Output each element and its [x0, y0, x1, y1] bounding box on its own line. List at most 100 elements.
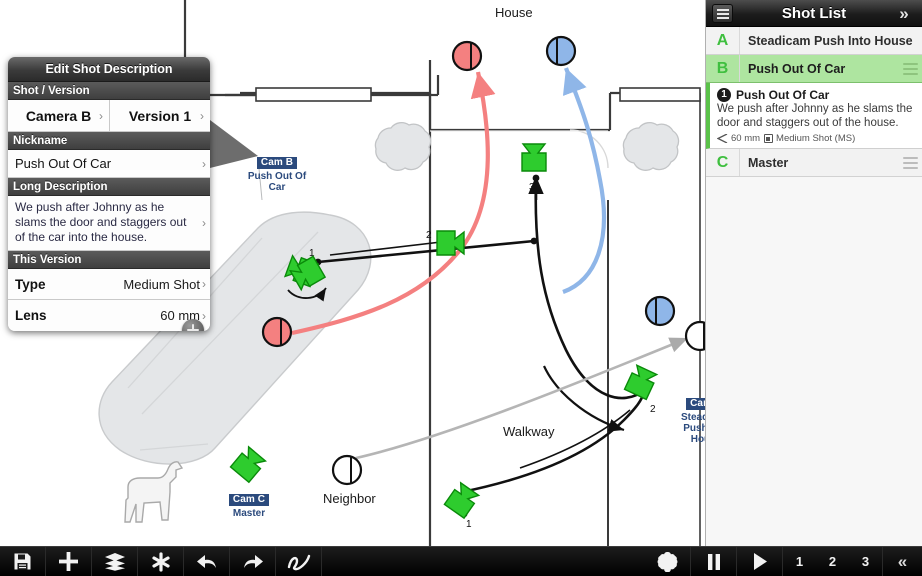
camera-value: Camera B — [25, 107, 92, 124]
shot-list-header: Shot List » — [706, 0, 922, 27]
chevron-right-icon: › — [99, 108, 103, 123]
camera-icon-c — [229, 445, 268, 484]
shot-letter: B — [706, 55, 740, 82]
map-label-neighbor: Neighbor — [323, 491, 376, 506]
shot-type-row[interactable]: Type Medium Shot › — [8, 269, 210, 300]
camera-tag-cam-c[interactable]: Cam C Master — [212, 489, 286, 519]
shot-type-label: Type — [15, 276, 46, 292]
shot-name: Push Out Of Car — [748, 61, 846, 76]
camera-tag-desc: Push Out Of Car — [247, 171, 307, 193]
camera-tag-cam-b[interactable]: Cam B Push Out Of Car — [240, 152, 314, 193]
bush-left — [374, 122, 432, 171]
camera-tag-name: Cam C — [228, 494, 270, 506]
page-number-2[interactable]: 2 — [816, 547, 849, 576]
undo-arrow-icon — [196, 555, 216, 568]
svg-text:1: 1 — [466, 519, 472, 530]
gear-icon — [657, 551, 678, 572]
nickname-value: Push Out Of Car — [15, 156, 112, 171]
path-nodes — [314, 174, 647, 518]
shot-list-title: Shot List — [781, 5, 847, 22]
section-header-this-version: This Version — [8, 251, 210, 269]
asterisk-icon — [151, 551, 170, 572]
add-button[interactable] — [46, 547, 92, 576]
drag-handle-icon[interactable] — [898, 149, 922, 176]
camera-select[interactable]: Camera B › — [8, 100, 109, 131]
page-number-1[interactable]: 1 — [783, 547, 816, 576]
shot-version-badge: 1 — [717, 88, 731, 102]
version-select[interactable]: Version 1 › — [109, 100, 210, 131]
undo-button[interactable] — [184, 547, 230, 576]
shot-list-sidebar: Shot List » A Steadicam Push Into House … — [705, 0, 922, 546]
bottom-toolbar: 1 2 3 « — [0, 546, 922, 576]
lens-meta: 60 mm — [717, 133, 760, 144]
shot-name: Steadicam Push Into House — [748, 33, 913, 48]
pause-icon — [707, 553, 720, 570]
camera-tag-name: Cam B — [256, 157, 298, 169]
chevron-right-icon: › — [202, 308, 206, 323]
layers-icon — [104, 553, 125, 571]
chevron-double-right-icon[interactable]: » — [891, 1, 917, 26]
settings-button[interactable] — [645, 547, 691, 576]
play-icon — [753, 553, 767, 570]
shot-type-value: Medium Shot — [123, 276, 200, 292]
character-marker-red-2 — [261, 316, 293, 348]
camera-icon-b-pos2 — [436, 230, 465, 256]
chevron-right-icon: › — [202, 215, 206, 230]
long-description-row[interactable]: We push after Johnny as he slams the doo… — [8, 196, 210, 251]
camera-a-path-upper — [534, 177, 643, 400]
map-label-walkway: Walkway — [503, 424, 555, 439]
chevron-double-left-icon[interactable]: « — [882, 547, 922, 576]
character-marker-blue — [545, 35, 577, 67]
shot-letter: A — [706, 27, 740, 54]
shot-list-item-b[interactable]: B Push Out Of Car — [706, 55, 922, 83]
lens-label: Lens — [15, 308, 47, 323]
svg-text:2: 2 — [650, 404, 656, 415]
section-header-long-description: Long Description — [8, 178, 210, 196]
section-header-nickname: Nickname — [8, 132, 210, 150]
frame-icon — [764, 134, 774, 143]
lens-row[interactable]: Lens 60 mm › — [8, 300, 210, 331]
shot-detail-card[interactable]: 1 Push Out Of Car We push after Johnny a… — [706, 83, 922, 149]
shot-detail-description: We push after Johnny as he slams the doo… — [717, 103, 913, 129]
edit-shot-description-panel[interactable]: Edit Shot Description Shot / Version Cam… — [8, 57, 210, 331]
map-label-house: House — [495, 5, 533, 20]
shot-detail-title: Push Out Of Car — [736, 88, 830, 102]
squiggle-icon — [287, 554, 310, 570]
redo-button[interactable] — [230, 547, 276, 576]
pause-button[interactable] — [691, 547, 737, 576]
shot-list-item-c[interactable]: C Master — [706, 149, 922, 177]
character-marker-blue-2 — [644, 295, 676, 327]
camera-icon-a-up — [521, 143, 547, 172]
shot-detail-meta: 60 mm Medium Shot (MS) — [717, 133, 915, 144]
shot-version-row: Camera B › Version 1 › — [8, 100, 210, 132]
section-header-shot-version: Shot / Version — [8, 82, 210, 100]
character-marker-red — [451, 40, 483, 72]
chevron-right-icon: › — [202, 277, 206, 291]
shot-list-item-a[interactable]: A Steadicam Push Into House — [706, 27, 922, 55]
camera-a-path-hint — [519, 409, 631, 469]
character-path-blue — [562, 67, 607, 294]
play-button[interactable] — [737, 547, 783, 576]
save-button[interactable] — [0, 547, 46, 576]
neighbor-marker — [331, 454, 363, 486]
shot-detail-header: 1 Push Out Of Car — [717, 88, 915, 102]
camera-a-path-lower — [461, 391, 646, 494]
drag-handle-icon[interactable] — [898, 55, 922, 82]
effects-button[interactable] — [138, 547, 184, 576]
page-number-3[interactable]: 3 — [849, 547, 882, 576]
nickname-row[interactable]: Push Out Of Car › — [8, 150, 210, 178]
floppy-disk-icon — [14, 553, 31, 570]
camera-tag-desc: Master — [232, 508, 266, 519]
long-description-value: We push after Johnny as he slams the doo… — [15, 200, 187, 244]
camera-c-path — [355, 336, 689, 460]
chevron-right-icon: › — [202, 156, 206, 171]
panel-title: Edit Shot Description — [8, 57, 210, 82]
svg-text:3: 3 — [529, 182, 535, 193]
chevron-right-icon: › — [200, 108, 204, 123]
shot-name: Master — [748, 155, 789, 170]
version-value: Version 1 — [128, 107, 192, 124]
layers-button[interactable] — [92, 547, 138, 576]
lens-angle-icon — [717, 134, 728, 143]
draw-button[interactable] — [276, 547, 322, 576]
